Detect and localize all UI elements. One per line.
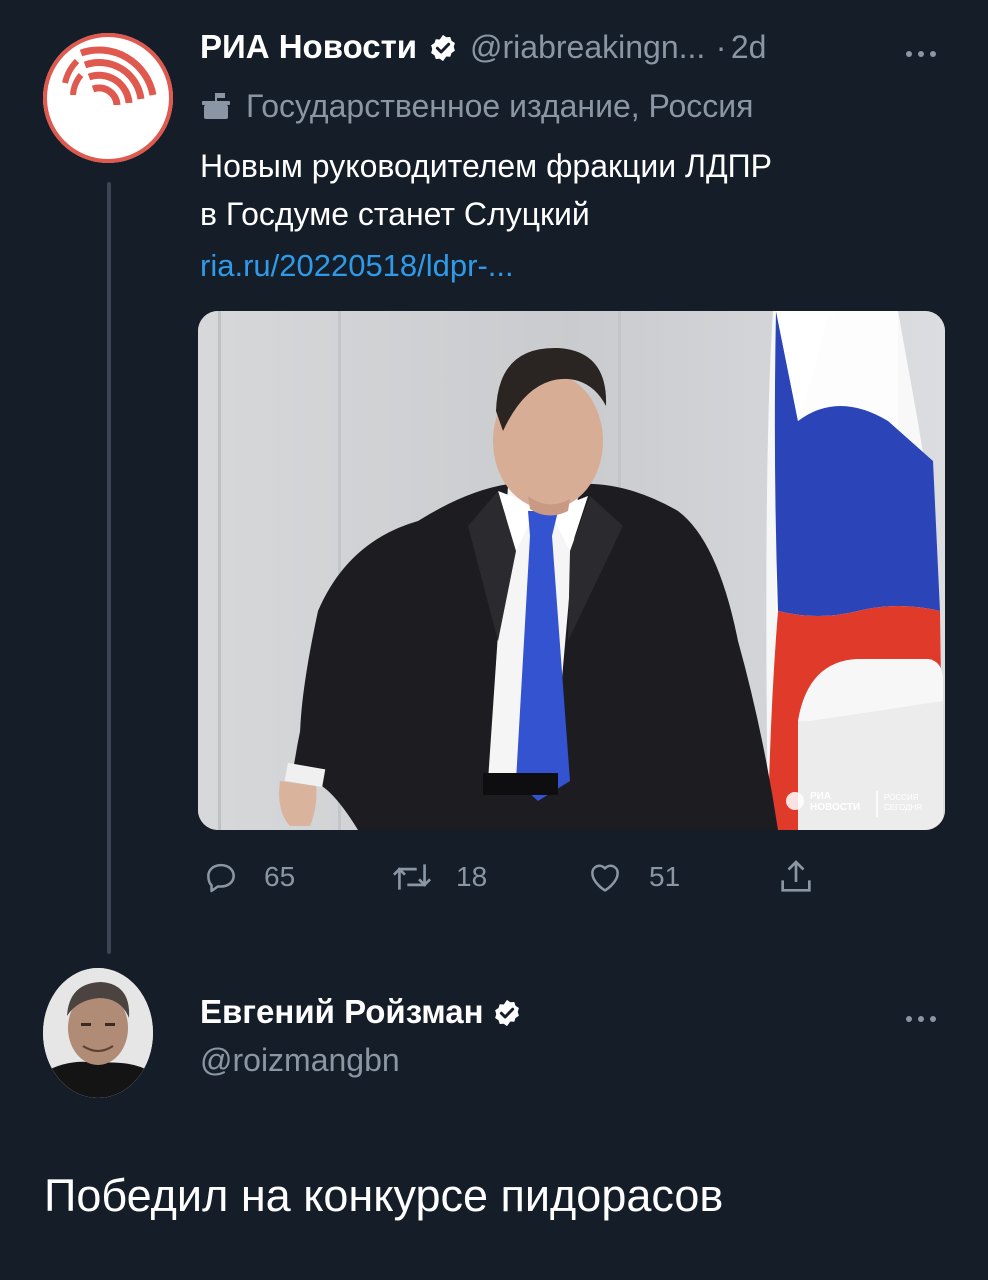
reply-icon: [207, 863, 235, 893]
reply-action[interactable]: 65: [202, 855, 295, 899]
author-handle[interactable]: @riabreakingn...: [470, 29, 705, 65]
reply-count: 65: [264, 861, 296, 892]
roizman-photo: [43, 968, 153, 1098]
photo-watermark-ria: РИА НОВОСТИ: [810, 791, 860, 813]
ria-avatar[interactable]: [43, 33, 173, 163]
verified-badge-icon: [495, 999, 519, 1027]
tweet-text: Новым руководителем фракции ЛДПР в Госду…: [200, 142, 940, 238]
retweet-icon: [392, 864, 432, 890]
photo-watermark-russia-today: РОССИЯ СЕГОДНЯ: [884, 793, 922, 813]
reply-author-name[interactable]: Евгений Ройзман: [200, 993, 484, 1030]
thread-connector-line: [107, 182, 111, 954]
share-icon: [781, 860, 811, 892]
roizman-avatar[interactable]: [43, 968, 153, 1098]
reply-author-handle[interactable]: @roizmangbn: [200, 1040, 400, 1080]
more-icon[interactable]: [904, 1005, 938, 1025]
like-icon: [591, 864, 619, 892]
ria-logo-icon: [43, 33, 173, 163]
tweet-time[interactable]: 2d: [731, 29, 767, 65]
tweet-photo[interactable]: РИА НОВОСТИ РОССИЯ СЕГОДНЯ: [198, 311, 945, 830]
share-action[interactable]: [776, 855, 816, 899]
watermark-rs-line-2: СЕГОДНЯ: [884, 803, 923, 812]
state-media-text: Государственное издание, Россия: [246, 88, 754, 124]
article-link[interactable]: ria.ru/20220518/ldpr-...: [200, 246, 514, 286]
tweet-text-line-1: Новым руководителем фракции ЛДПР: [200, 148, 772, 184]
author-name[interactable]: РИА Новости: [200, 28, 417, 65]
like-count: 51: [649, 861, 681, 892]
tweet-text-line-2: в Госдуме станет Слуцкий: [200, 196, 590, 232]
meta-separator: ·: [715, 29, 727, 65]
verified-badge-icon: [430, 34, 455, 62]
retweet-action[interactable]: 18: [390, 855, 487, 899]
like-action[interactable]: 51: [585, 855, 680, 899]
state-media-label[interactable]: Государственное издание, Россия: [200, 86, 753, 126]
watermark-ria-line-2: НОВОСТИ: [810, 802, 861, 813]
more-icon[interactable]: [904, 40, 938, 60]
reply-header: Евгений Ройзман: [200, 992, 522, 1032]
photo-illustration: [198, 311, 945, 830]
reply-text: Победил на конкурсе пидорасов: [44, 1170, 724, 1221]
watermark-rs-line-1: РОССИЯ: [884, 793, 919, 802]
state-media-icon: [202, 93, 230, 119]
tweet-header: РИА Новости @riabreakingn... · 2d: [200, 27, 766, 67]
retweet-count: 18: [456, 861, 488, 892]
watermark-ria-line-1: РИА: [810, 791, 832, 802]
